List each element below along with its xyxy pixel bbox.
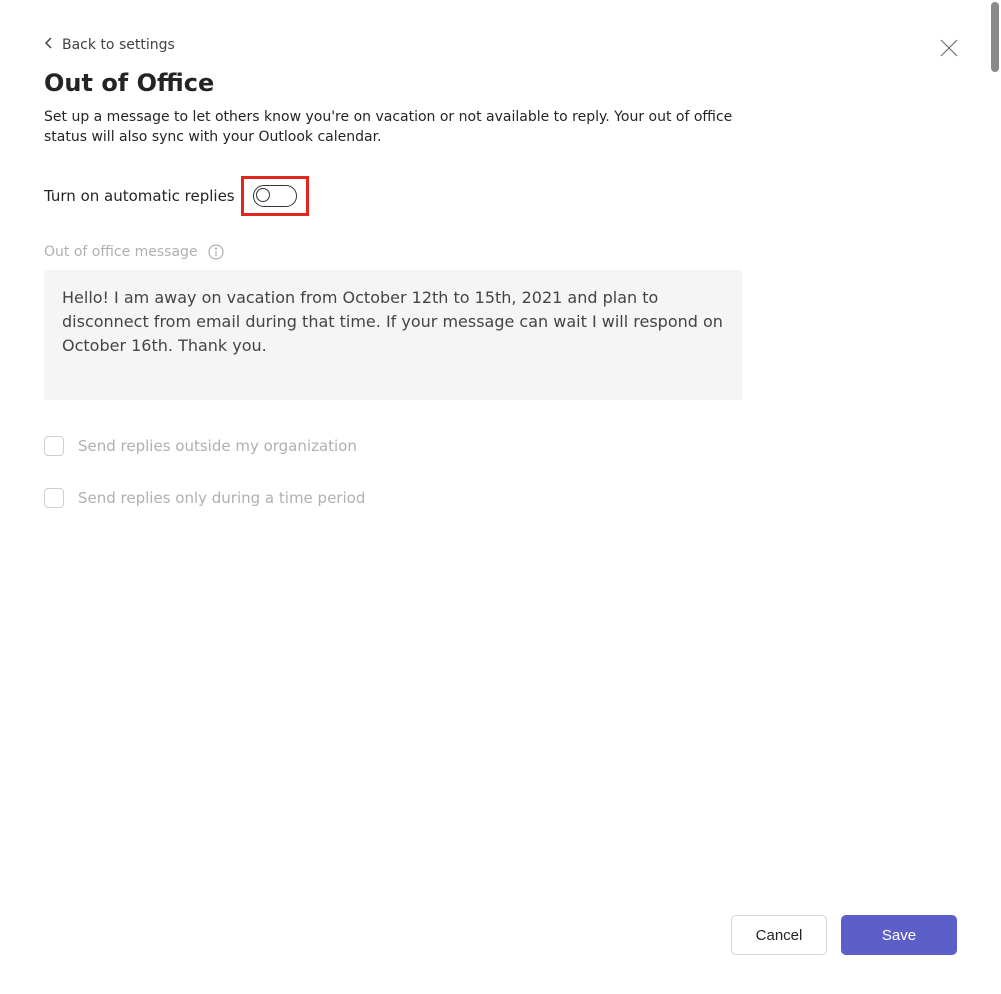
outside-org-label: Send replies outside my organization	[78, 437, 357, 455]
dialog-footer: Cancel Save	[731, 915, 957, 955]
save-button[interactable]: Save	[841, 915, 957, 955]
outside-org-checkbox[interactable]	[44, 436, 64, 456]
out-of-office-message-textarea[interactable]: Hello! I am away on vacation from Octobe…	[44, 270, 742, 400]
back-link-text: Back to settings	[62, 37, 175, 53]
toggle-knob	[256, 188, 270, 202]
scrollbar-thumb[interactable]	[991, 2, 999, 72]
close-button[interactable]	[933, 34, 965, 66]
message-field-label: Out of office message	[44, 244, 198, 260]
cancel-button[interactable]: Cancel	[731, 915, 827, 955]
highlight-box	[241, 176, 309, 216]
page-description: Set up a message to let others know you'…	[44, 107, 764, 148]
page-title: Out of Office	[44, 69, 957, 97]
automatic-replies-label: Turn on automatic replies	[44, 187, 235, 205]
message-label-row: Out of office message	[44, 244, 957, 260]
info-icon[interactable]	[208, 244, 224, 260]
time-period-label: Send replies only during a time period	[78, 489, 365, 507]
automatic-replies-toggle-row: Turn on automatic replies	[44, 176, 957, 216]
back-to-settings-link[interactable]: Back to settings	[44, 37, 175, 53]
time-period-checkbox[interactable]	[44, 488, 64, 508]
automatic-replies-toggle[interactable]	[253, 185, 297, 207]
chevron-left-icon	[44, 37, 54, 53]
close-icon	[940, 39, 958, 61]
time-period-row: Send replies only during a time period	[44, 488, 957, 508]
outside-org-row: Send replies outside my organization	[44, 436, 957, 456]
out-of-office-dialog: Back to settings Out of Office Set up a …	[11, 1, 990, 988]
